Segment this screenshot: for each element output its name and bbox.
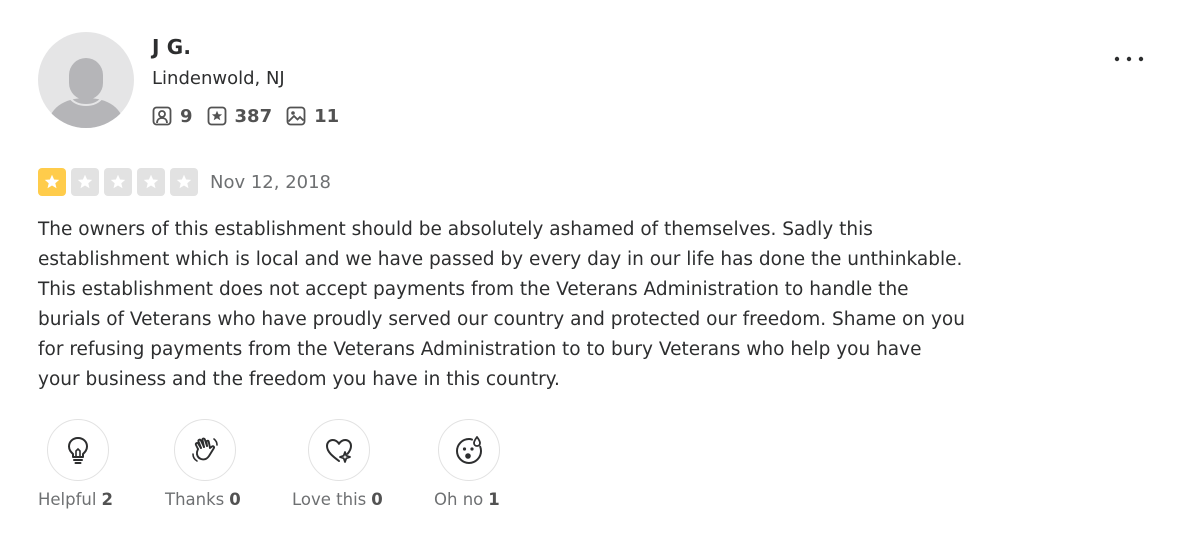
ohno-button[interactable] (438, 419, 500, 481)
love-count: 0 (371, 490, 383, 509)
star-empty-icon (137, 168, 165, 196)
more-options-button[interactable] (1106, 44, 1152, 74)
helpful-label: Helpful 2 (38, 490, 113, 509)
thanks-label: Thanks 0 (165, 490, 241, 509)
star-empty-icon (104, 168, 132, 196)
love-label: Love this 0 (292, 490, 383, 509)
thanks-button[interactable] (174, 419, 236, 481)
helpful-count: 2 (101, 490, 113, 509)
thanks-text: Thanks (165, 490, 225, 509)
star-empty-icon (170, 168, 198, 196)
surprised-face-icon (455, 436, 483, 465)
reviews-count: 387 (234, 105, 273, 127)
reaction-helpful: Helpful 2 (38, 419, 147, 509)
friends-stat: 9 (152, 106, 193, 127)
ohno-label: Oh no 1 (434, 490, 500, 509)
user-name[interactable]: J G. (152, 35, 191, 59)
user-stats: 9 387 11 (152, 104, 353, 128)
star-empty-icon (71, 168, 99, 196)
love-button[interactable] (308, 419, 370, 481)
ohno-count: 1 (488, 490, 500, 509)
review-date: Nov 12, 2018 (210, 171, 332, 193)
photos-count: 11 (314, 105, 340, 127)
helpful-text: Helpful (38, 490, 97, 509)
ohno-text: Oh no (434, 490, 484, 509)
reaction-ohno: Oh no 1 (434, 419, 538, 509)
photos-stat: 11 (286, 106, 339, 127)
ellipsis-icon (1114, 56, 1144, 62)
photo-icon (286, 106, 306, 126)
friends-count: 9 (180, 105, 193, 127)
user-location: Lindenwold, NJ (152, 68, 285, 89)
love-text: Love this (292, 490, 367, 509)
star-rating (38, 168, 203, 196)
review-card: J G. Lindenwold, NJ 9 387 11 Nov 12, 201… (0, 0, 1192, 552)
reviews-stat: 387 (207, 105, 273, 127)
review-star-icon (207, 106, 226, 126)
reaction-thanks: Thanks 0 (165, 419, 274, 509)
star-filled-icon (38, 168, 66, 196)
heart-sparkle-icon (326, 439, 352, 463)
default-user-avatar-icon (48, 58, 124, 128)
friends-icon (152, 106, 172, 126)
review-text: The owners of this establishment should … (38, 219, 965, 390)
reaction-love: Love this 0 (292, 419, 408, 509)
rating-row: Nov 12, 2018 (38, 167, 331, 197)
waving-hand-icon (192, 437, 218, 462)
helpful-button[interactable] (47, 419, 109, 481)
thanks-count: 0 (229, 490, 241, 509)
avatar[interactable] (38, 32, 134, 128)
lightbulb-icon (68, 437, 88, 464)
